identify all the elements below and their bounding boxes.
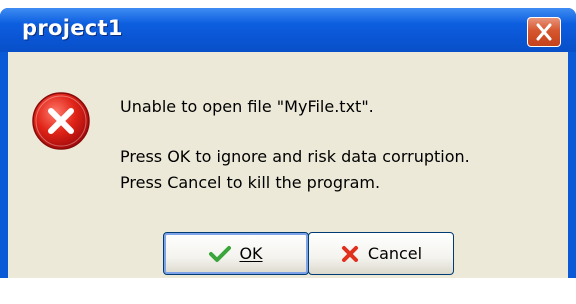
dialog-body: Unable to open file "MyFile.txt". Press … xyxy=(8,52,568,278)
title-bar[interactable]: project1 xyxy=(0,8,576,52)
error-icon xyxy=(32,92,90,150)
close-icon xyxy=(536,23,552,41)
ok-button-label: OK xyxy=(239,244,263,263)
dialog-window: project1 Unable to open file "MyFile.txt… xyxy=(0,8,576,278)
message-line-3: Press Cancel to kill the program. xyxy=(120,173,381,192)
message-line-2: Press OK to ignore and risk data corrupt… xyxy=(120,147,470,166)
cancel-button-label: Cancel xyxy=(367,244,423,263)
window-title: project1 xyxy=(22,16,123,40)
cancel-button[interactable]: Cancel xyxy=(308,232,454,275)
checkmark-icon xyxy=(209,245,232,262)
cross-icon xyxy=(341,245,358,262)
close-button[interactable] xyxy=(527,17,561,47)
message-line-1: Unable to open file "MyFile.txt". xyxy=(120,97,374,116)
ok-button[interactable]: OK xyxy=(163,232,309,275)
